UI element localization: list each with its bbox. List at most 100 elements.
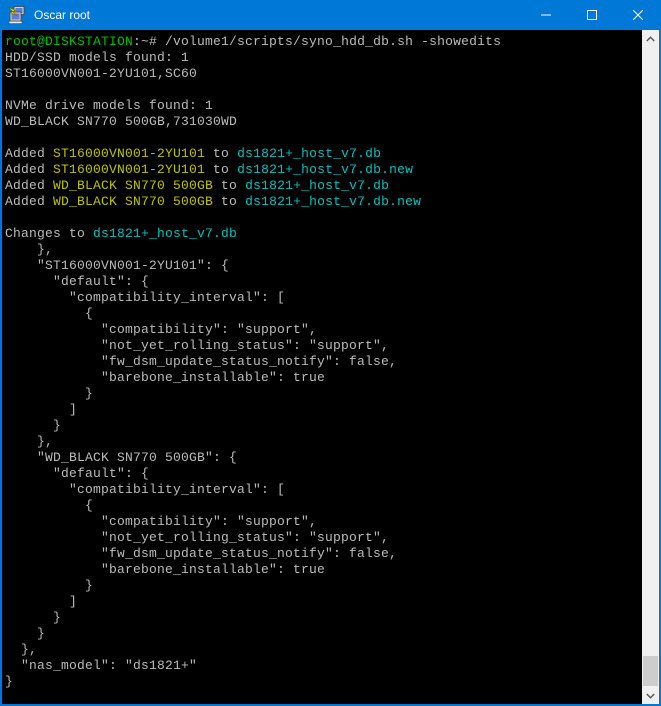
terminal-text-segment: Changes to [5, 226, 93, 241]
terminal-text-segment: to [213, 178, 245, 193]
terminal-line: "fw_dsm_update_status_notify": false, [5, 546, 642, 562]
terminal-text-segment: "default": { [5, 466, 149, 481]
minimize-button[interactable] [523, 0, 569, 30]
chevron-up-icon [646, 36, 655, 42]
terminal-text-segment: } [5, 610, 61, 625]
terminal-text-segment: "not_yet_rolling_status": "support", [5, 530, 389, 545]
terminal-text-segment: ST16000VN001-2YU101 [53, 146, 205, 161]
terminal-text-segment: ] [5, 594, 77, 609]
caption-buttons [523, 0, 661, 30]
minimize-icon [541, 10, 551, 20]
terminal-line: } [5, 610, 642, 626]
putty-window: Oscar root root@DISKSTATION:~# / [0, 0, 661, 706]
terminal-text-segment: } [5, 578, 93, 593]
terminal-line: HDD/SSD models found: 1 [5, 50, 642, 66]
terminal-text-segment: }, [5, 642, 37, 657]
terminal-text-segment: Added [5, 194, 53, 209]
window-title: Oscar root [34, 8, 90, 22]
terminal-line: "compatibility_interval": [ [5, 482, 642, 498]
terminal-line: WD_BLACK SN770 500GB,731030WD [5, 114, 642, 130]
terminal-line: "not_yet_rolling_status": "support", [5, 530, 642, 546]
terminal-line [5, 130, 642, 146]
terminal-line: }, [5, 642, 642, 658]
terminal-text-segment: ds1821+_host_v7.db [245, 178, 389, 193]
terminal-text-segment: "fw_dsm_update_status_notify": false, [5, 546, 397, 561]
terminal-line: } [5, 626, 642, 642]
terminal-line: NVMe drive models found: 1 [5, 98, 642, 114]
terminal-line: "barebone_installable": true [5, 562, 642, 578]
terminal-text-segment: WD_BLACK SN770 500GB [53, 194, 213, 209]
terminal-text-segment: ds1821+_host_v7.db.new [245, 194, 421, 209]
terminal-line: "barebone_installable": true [5, 370, 642, 386]
close-icon [633, 10, 643, 20]
terminal-text-segment: "WD_BLACK SN770 500GB": { [5, 450, 237, 465]
terminal-text-segment: "compatibility": "support", [5, 514, 317, 529]
terminal-text-segment: root@DISKSTATION [5, 34, 133, 49]
terminal-text-segment: HDD/SSD models found: 1 [5, 50, 189, 65]
terminal-text-segment: WD_BLACK SN770 500GB,731030WD [5, 114, 237, 129]
terminal-text-segment: } [5, 386, 93, 401]
terminal-lines: root@DISKSTATION:~# /volume1/scripts/syn… [5, 34, 642, 690]
terminal-line: root@DISKSTATION:~# /volume1/scripts/syn… [5, 34, 642, 50]
terminal-line: "compatibility": "support", [5, 514, 642, 530]
title-bar[interactable]: Oscar root [0, 0, 661, 30]
terminal-line: }, [5, 242, 642, 258]
scroll-up-button[interactable] [642, 30, 659, 47]
terminal-line: } [5, 386, 642, 402]
putty-app-icon[interactable] [6, 5, 26, 25]
terminal-text-segment: to [213, 194, 245, 209]
terminal-line: } [5, 418, 642, 434]
terminal-text-segment: ST16000VN001-2YU101,SC60 [5, 66, 197, 81]
terminal-text-segment: Added [5, 146, 53, 161]
terminal-line: Added ST16000VN001-2YU101 to ds1821+_hos… [5, 162, 642, 178]
terminal-line: } [5, 674, 642, 690]
terminal-text-segment: "barebone_installable": true [5, 370, 325, 385]
terminal-text-segment: WD_BLACK SN770 500GB [53, 178, 213, 193]
scrollbar[interactable] [642, 30, 659, 704]
terminal-line: "WD_BLACK SN770 500GB": { [5, 450, 642, 466]
terminal-line: { [5, 306, 642, 322]
terminal-line: "compatibility": "support", [5, 322, 642, 338]
terminal-line [5, 210, 642, 226]
terminal-text-segment: "barebone_installable": true [5, 562, 325, 577]
terminal-text-segment: ds1821+_host_v7.db [93, 226, 237, 241]
terminal-line: ST16000VN001-2YU101,SC60 [5, 66, 642, 82]
close-button[interactable] [615, 0, 661, 30]
terminal-line: "default": { [5, 466, 642, 482]
terminal-text-segment: } [5, 674, 13, 689]
terminal-text-segment: } [5, 626, 45, 641]
terminal-line: }, [5, 434, 642, 450]
terminal-line: "nas_model": "ds1821+" [5, 658, 642, 674]
terminal-line: Changes to ds1821+_host_v7.db [5, 226, 642, 242]
terminal-line: Added WD_BLACK SN770 500GB to ds1821+_ho… [5, 178, 642, 194]
terminal-line: "not_yet_rolling_status": "support", [5, 338, 642, 354]
terminal-line: ] [5, 594, 642, 610]
maximize-button[interactable] [569, 0, 615, 30]
terminal-text-segment: ds1821+_host_v7.db [237, 146, 381, 161]
terminal-line: "compatibility_interval": [ [5, 290, 642, 306]
terminal-text-segment: Added [5, 162, 53, 177]
terminal-line: Added ST16000VN001-2YU101 to ds1821+_hos… [5, 146, 642, 162]
terminal-text-segment: } [5, 418, 61, 433]
terminal-text-segment: { [5, 306, 93, 321]
terminal-text-segment: "compatibility_interval": [ [5, 290, 285, 305]
window-body: root@DISKSTATION:~# /volume1/scripts/syn… [0, 30, 661, 706]
terminal-text-segment: ] [5, 402, 77, 417]
terminal-text-segment: }, [5, 434, 53, 449]
terminal-text-segment: "compatibility_interval": [ [5, 482, 285, 497]
terminal-text-segment: NVMe drive models found: 1 [5, 98, 213, 113]
terminal-line: "fw_dsm_update_status_notify": false, [5, 354, 642, 370]
terminal-text-segment: Added [5, 178, 53, 193]
terminal-output[interactable]: root@DISKSTATION:~# /volume1/scripts/syn… [2, 30, 642, 704]
terminal-line: "default": { [5, 274, 642, 290]
terminal-text-segment: ST16000VN001-2YU101 [53, 162, 205, 177]
scrollbar-thumb[interactable] [643, 656, 658, 686]
terminal-line: "ST16000VN001-2YU101": { [5, 258, 642, 274]
terminal-line [5, 82, 642, 98]
terminal-text-segment: "ST16000VN001-2YU101": { [5, 258, 229, 273]
terminal-text-segment: }, [5, 242, 53, 257]
scroll-down-button[interactable] [642, 687, 659, 704]
chevron-down-icon [646, 693, 655, 699]
terminal-text-segment: to [205, 162, 237, 177]
terminal-text-segment: "default": { [5, 274, 149, 289]
